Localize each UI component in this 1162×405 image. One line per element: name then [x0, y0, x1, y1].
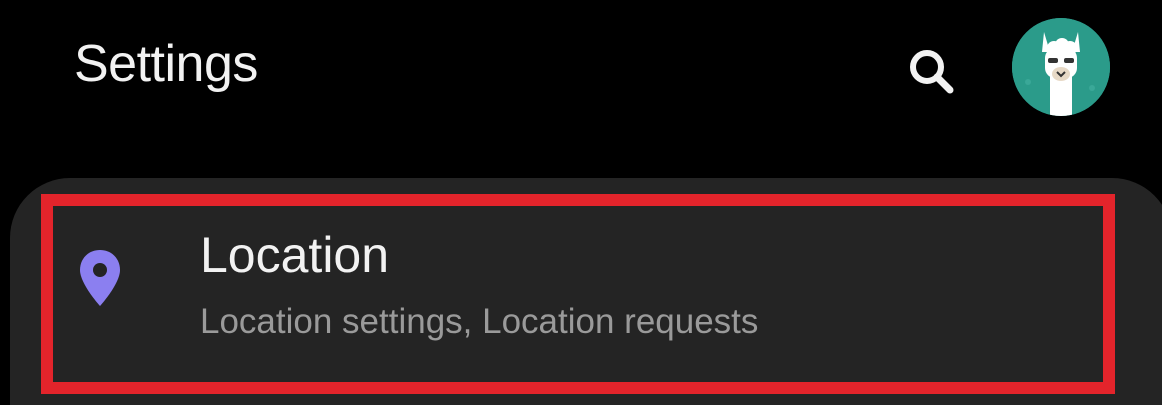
settings-screen: Settings Location Location settings, Loc… — [0, 0, 1162, 405]
location-title: Location — [200, 227, 390, 283]
app-bar: Settings — [0, 0, 1162, 150]
location-pin-icon — [80, 250, 120, 306]
avatar[interactable] — [1012, 18, 1110, 116]
location-settings-item[interactable] — [41, 194, 1115, 394]
search-icon — [910, 50, 954, 94]
location-subtitle: Location settings, Location requests — [200, 302, 759, 341]
search-button[interactable] — [900, 40, 964, 104]
page-title: Settings — [74, 35, 258, 93]
llama-avatar-icon — [1012, 18, 1110, 116]
